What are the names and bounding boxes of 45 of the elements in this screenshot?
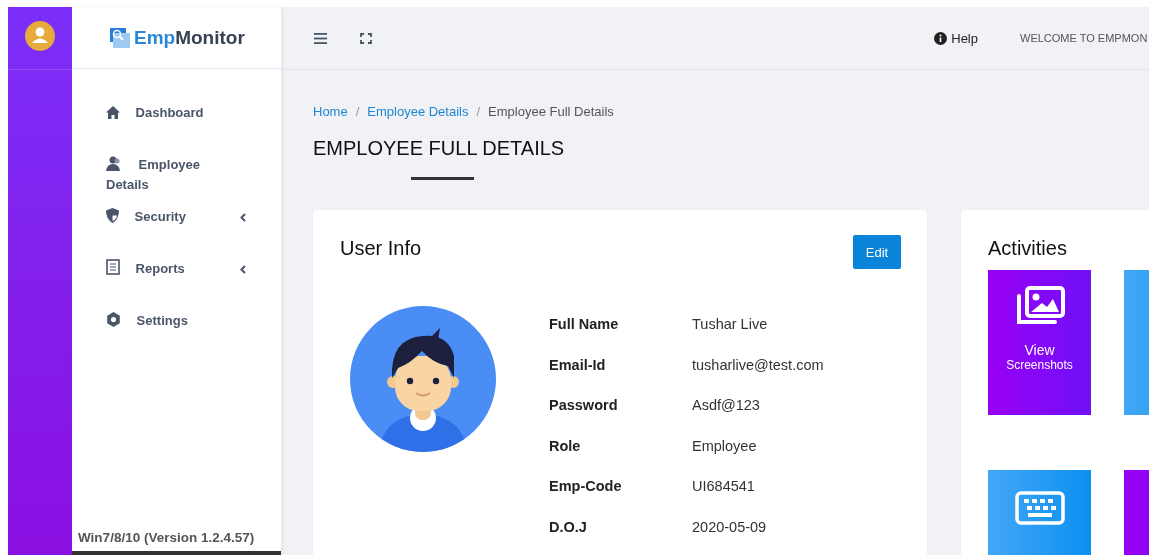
settings-icon xyxy=(106,312,121,327)
field-label: Email-Id xyxy=(549,356,607,375)
breadcrumb-separator: / xyxy=(476,104,481,119)
menu-icon[interactable] xyxy=(314,32,327,44)
images-icon xyxy=(1014,286,1065,326)
home-icon xyxy=(106,106,120,119)
field-value: tusharlive@test.com xyxy=(692,356,824,375)
field-label: Password xyxy=(549,397,619,415)
user-avatar-icon[interactable] xyxy=(25,21,55,51)
field-value: Asdf@123 xyxy=(692,397,760,415)
breadcrumb-current: Employee Full Details xyxy=(488,104,614,119)
nav-link[interactable]: Reports xyxy=(106,259,185,279)
field-label: Emp-Code xyxy=(549,478,623,496)
shield-icon xyxy=(106,208,119,223)
nav-link[interactable]: Security xyxy=(106,207,186,227)
chevron-left-icon[interactable] xyxy=(240,265,246,274)
nav-link[interactable]: Dashboard xyxy=(106,103,204,123)
card-title: User Info xyxy=(340,237,422,260)
document-icon xyxy=(106,259,120,275)
welcome-text: WELCOME TO EMPMON xyxy=(1020,32,1149,44)
info-icon xyxy=(934,31,948,45)
field-label: D.O.J xyxy=(549,518,588,537)
keyboard-icon xyxy=(1014,491,1065,525)
page-title: EMPLOYEE FULL DETAILS xyxy=(313,137,566,160)
field-label: Full Name xyxy=(549,316,620,334)
breadcrumb-link[interactable]: Employee Details xyxy=(367,104,469,119)
field-value: 2020-05-09 xyxy=(692,518,767,537)
field-value: UI684541 xyxy=(692,478,755,496)
breadcrumb-separator: / xyxy=(355,104,360,119)
tile-label: View xyxy=(1024,342,1055,358)
nav-link[interactable]: Employee Details xyxy=(106,155,206,195)
brand-name[interactable]: EmpMonitor xyxy=(134,26,245,49)
user-icon xyxy=(106,156,123,171)
field-label: Role xyxy=(549,437,582,456)
tile-label: Screenshots xyxy=(1006,358,1073,372)
fullscreen-icon[interactable] xyxy=(360,32,372,44)
field-value: Employee xyxy=(692,437,757,456)
nav-link[interactable]: Settings xyxy=(106,311,188,331)
breadcrumb-link[interactable]: Home xyxy=(313,104,348,119)
edit-button[interactable]: Edit xyxy=(853,235,901,269)
chevron-left-icon[interactable] xyxy=(240,213,246,222)
help-link[interactable]: Help xyxy=(934,30,978,46)
card-title: Activities xyxy=(988,237,1068,260)
logo-icon xyxy=(109,26,131,49)
field-value: Tushar Live xyxy=(692,316,768,334)
